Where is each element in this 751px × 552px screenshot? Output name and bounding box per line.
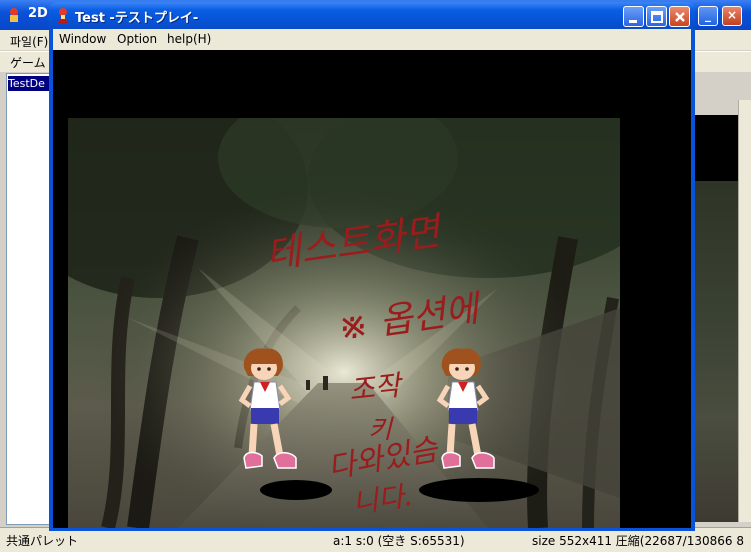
background-preview-black [694, 115, 738, 181]
test-play-window: Test -テストプレイ- Window Option help(H) 테스트화… [49, 2, 695, 531]
minimize-button[interactable] [623, 6, 644, 27]
close-button[interactable] [669, 6, 690, 27]
character-icon [57, 8, 69, 24]
close-icon [675, 12, 685, 22]
maximize-icon [651, 11, 663, 23]
background-close-button[interactable]: × [722, 6, 742, 26]
status-right: size 552x411 圧縮(22687/130866 8 [532, 534, 744, 548]
test-window-title: Test -テストプレイ- [75, 11, 199, 26]
handwriting-line-3: 조작 [347, 368, 405, 407]
game-stage[interactable]: 테스트화면 ※ 옵션에 조작 키 다와있슴 니다. [68, 118, 620, 528]
background-preview-image [694, 181, 738, 522]
background-minimize-button[interactable]: _ [698, 6, 718, 26]
background-file-list[interactable]: TestDe [6, 73, 52, 525]
status-left: 共通パレット [6, 534, 79, 548]
background-scrollbar[interactable] [738, 100, 751, 522]
menu-window[interactable]: Window [59, 32, 106, 46]
menu-option[interactable]: Option [117, 32, 157, 46]
minimize-icon [629, 20, 637, 23]
background-toolbar-label[interactable]: ゲーム [10, 54, 46, 71]
test-window-titlebar[interactable]: Test -テストプレイ- [49, 2, 695, 29]
test-window-menubar: Window Option help(H) [53, 29, 691, 50]
game-viewport[interactable]: 테스트화면 ※ 옵션에 조작 키 다와있슴 니다. [53, 50, 691, 528]
list-item[interactable]: TestDe [8, 76, 50, 91]
background-menu-file[interactable]: 파일(F) [10, 33, 48, 50]
maximize-button[interactable] [646, 6, 667, 27]
background-title: 2D [28, 6, 48, 21]
menu-help[interactable]: help(H) [167, 32, 211, 46]
character-icon [10, 8, 18, 22]
stage-scene: 테스트화면 ※ 옵션에 조작 키 다와있슴 니다. [68, 118, 620, 528]
status-middle: a:1 s:0 (空き S:65531) [333, 534, 465, 548]
